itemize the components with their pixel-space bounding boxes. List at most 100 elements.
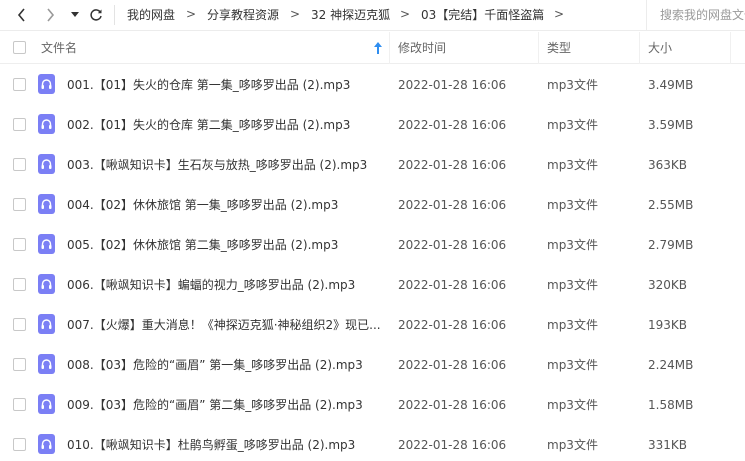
breadcrumb-item-series[interactable]: 32 神探迈克狐 [311,7,390,23]
file-modified-time: 2022-01-28 16:06 [398,198,507,212]
column-header-name[interactable]: 文件名 [41,40,77,56]
row-checkbox[interactable] [13,198,26,211]
file-modified-time: 2022-01-28 16:06 [398,398,507,412]
column-header-type[interactable]: 类型 [547,40,571,56]
file-type: mp3文件 [547,78,598,92]
audio-file-icon [38,234,55,254]
file-name[interactable]: 006.【啾飒知识卡】蝙蝠的视力_哆哆罗出品 (2).mp3 [67,277,355,293]
file-name[interactable]: 002.【01】失火的仓库 第二集_哆哆罗出品 (2).mp3 [67,117,350,133]
breadcrumb-item-current[interactable]: 03【完结】千面怪盗篇 [421,7,544,23]
row-checkbox[interactable] [13,398,26,411]
file-type: mp3文件 [547,358,598,372]
history-dropdown-button[interactable] [68,5,82,25]
file-modified-time: 2022-01-28 16:06 [398,238,507,252]
file-list: 001.【01】失火的仓库 第一集_哆哆罗出品 (2).mp3 2022-01-… [0,65,745,461]
audio-file-icon [38,354,55,374]
column-header-modified[interactable]: 修改时间 [398,40,446,56]
row-checkbox[interactable] [13,278,26,291]
file-modified-time: 2022-01-28 16:06 [398,358,507,372]
refresh-button[interactable] [86,5,106,25]
refresh-icon [90,9,102,21]
file-name[interactable]: 008.【03】危险的“画眉” 第一集_哆哆罗出品 (2).mp3 [67,357,363,373]
column-divider[interactable] [389,32,390,64]
nav-divider [114,5,115,25]
file-name[interactable]: 007.【火爆】重大消息！《神探迈克狐·神秘组织2》现已... [67,317,381,333]
select-all-checkbox[interactable] [13,41,26,54]
file-row[interactable]: 008.【03】危险的“画眉” 第一集_哆哆罗出品 (2).mp3 2022-0… [0,345,745,385]
file-type: mp3文件 [547,438,598,452]
file-name[interactable]: 004.【02】休休旅馆 第一集_哆哆罗出品 (2).mp3 [67,197,338,213]
file-size: 3.59MB [648,118,694,132]
file-row[interactable]: 005.【02】休休旅馆 第二集_哆哆罗出品 (2).mp3 2022-01-2… [0,225,745,265]
breadcrumb-separator: > [554,7,565,21]
audio-file-icon [38,154,55,174]
audio-file-icon [38,274,55,294]
forward-button[interactable] [40,5,60,25]
search-input[interactable]: 搜索我的网盘文件 [660,7,745,23]
breadcrumb-separator: > [290,7,301,21]
file-name[interactable]: 001.【01】失火的仓库 第一集_哆哆罗出品 (2).mp3 [67,77,350,93]
file-type: mp3文件 [547,318,598,332]
search-box[interactable]: 搜索我的网盘文件 [646,0,745,30]
file-row[interactable]: 006.【啾飒知识卡】蝙蝠的视力_哆哆罗出品 (2).mp3 2022-01-2… [0,265,745,305]
file-type: mp3文件 [547,398,598,412]
file-size: 363KB [648,158,688,172]
file-row[interactable]: 007.【火爆】重大消息！《神探迈克狐·神秘组织2》现已... 2022-01-… [0,305,745,345]
column-divider[interactable] [639,32,640,64]
file-name[interactable]: 005.【02】休休旅馆 第二集_哆哆罗出品 (2).mp3 [67,237,338,253]
column-header-size[interactable]: 大小 [648,40,672,56]
file-size: 3.49MB [648,78,694,92]
row-checkbox[interactable] [13,358,26,371]
row-checkbox[interactable] [13,318,26,331]
file-row[interactable]: 003.【啾飒知识卡】生石灰与放热_哆哆罗出品 (2).mp3 2022-01-… [0,145,745,185]
audio-file-icon [38,394,55,414]
file-list-header: 文件名 修改时间 类型 大小 [0,32,745,64]
column-divider[interactable] [730,32,731,64]
column-divider[interactable] [538,32,539,64]
row-checkbox[interactable] [13,118,26,131]
file-row[interactable]: 010.【啾飒知识卡】杜鹃鸟孵蛋_哆哆罗出品 (2).mp3 2022-01-2… [0,425,745,461]
file-modified-time: 2022-01-28 16:06 [398,78,507,92]
row-checkbox[interactable] [13,238,26,251]
file-name[interactable]: 010.【啾飒知识卡】杜鹃鸟孵蛋_哆哆罗出品 (2).mp3 [67,437,355,453]
file-modified-time: 2022-01-28 16:06 [398,158,507,172]
audio-file-icon [38,434,55,454]
audio-file-icon [38,74,55,94]
file-size: 193KB [648,318,688,332]
file-type: mp3文件 [547,198,598,212]
sort-up-arrow-icon[interactable] [373,41,383,55]
file-modified-time: 2022-01-28 16:06 [398,438,507,452]
audio-file-icon [38,194,55,214]
file-size: 2.79MB [648,238,694,252]
breadcrumb-separator: > [186,7,197,21]
file-row[interactable]: 002.【01】失火的仓库 第二集_哆哆罗出品 (2).mp3 2022-01-… [0,105,745,145]
file-row[interactable]: 001.【01】失火的仓库 第一集_哆哆罗出品 (2).mp3 2022-01-… [0,65,745,105]
audio-file-icon [38,314,55,334]
chevron-right-icon [47,8,55,22]
row-checkbox[interactable] [13,158,26,171]
caret-down-icon [71,12,79,17]
file-type: mp3文件 [547,118,598,132]
row-checkbox[interactable] [13,438,26,451]
breadcrumb-item-root[interactable]: 我的网盘 [127,7,175,23]
file-row[interactable]: 009.【03】危险的“画眉” 第二集_哆哆罗出品 (2).mp3 2022-0… [0,385,745,425]
file-size: 2.55MB [648,198,694,212]
file-size: 2.24MB [648,358,694,372]
file-name[interactable]: 003.【啾飒知识卡】生石灰与放热_哆哆罗出品 (2).mp3 [67,157,367,173]
file-modified-time: 2022-01-28 16:06 [398,318,507,332]
file-row[interactable]: 004.【02】休休旅馆 第一集_哆哆罗出品 (2).mp3 2022-01-2… [0,185,745,225]
file-type: mp3文件 [547,158,598,172]
chevron-left-icon [17,8,25,22]
back-button[interactable] [12,5,32,25]
navigation-bar: 我的网盘 > 分享教程资源 > 32 神探迈克狐 > 03【完结】千面怪盗篇 >… [0,0,745,31]
breadcrumb-separator: > [400,7,411,21]
file-modified-time: 2022-01-28 16:06 [398,278,507,292]
file-size: 331KB [648,438,688,452]
row-checkbox[interactable] [13,78,26,91]
file-size: 1.58MB [648,398,694,412]
file-type: mp3文件 [547,238,598,252]
breadcrumb-item-shared[interactable]: 分享教程资源 [207,7,279,23]
file-size: 320KB [648,278,688,292]
file-name[interactable]: 009.【03】危险的“画眉” 第二集_哆哆罗出品 (2).mp3 [67,397,363,413]
audio-file-icon [38,114,55,134]
